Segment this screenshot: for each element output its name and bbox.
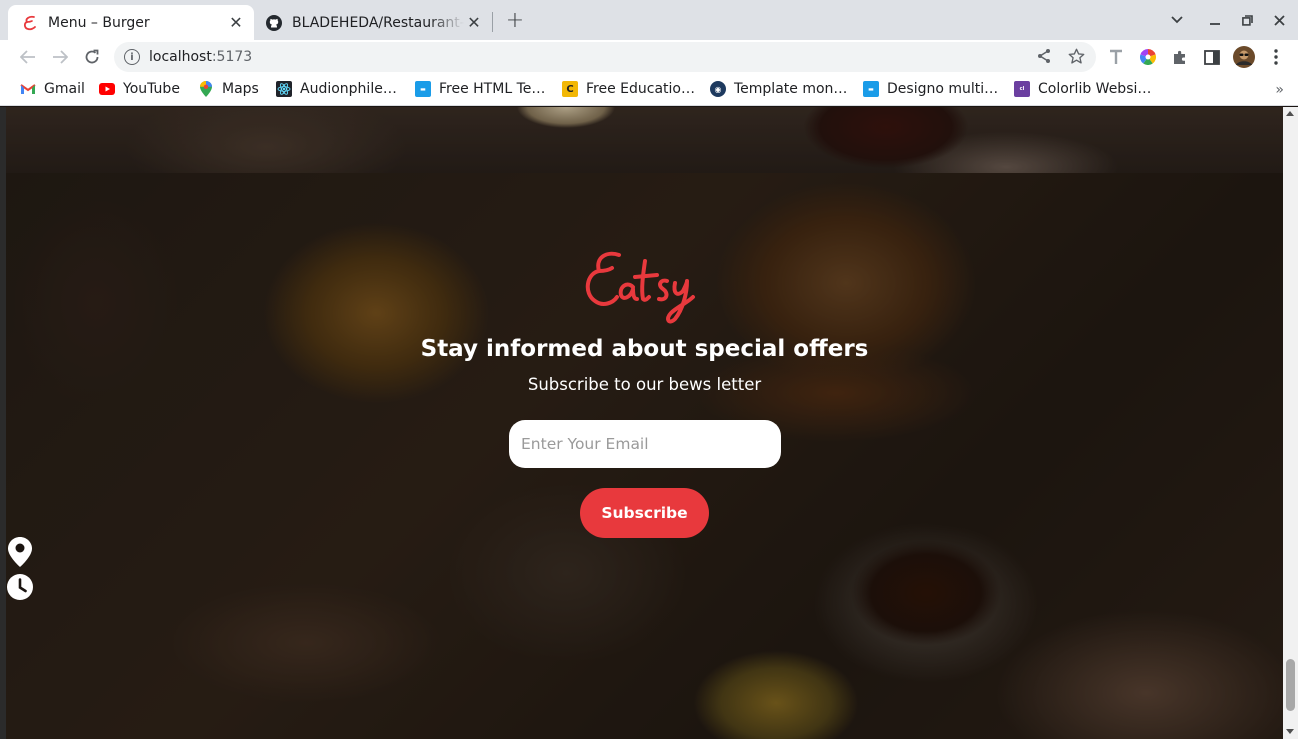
scroll-down-arrow-icon[interactable]	[1286, 729, 1294, 734]
site-icon: ▬	[415, 81, 431, 97]
bookmark-maps[interactable]: Maps	[198, 79, 259, 99]
bookmark-free-html-templates[interactable]: ▬ Free HTML Te…	[415, 79, 545, 99]
bookmark-label: Free HTML Te…	[439, 81, 546, 97]
tab-separator	[492, 12, 493, 32]
site-icon: ▬	[863, 81, 879, 97]
bookmark-label: Maps	[222, 81, 259, 97]
tab-github-repo[interactable]: BLADEHEDA/Restaurant- ✕	[256, 5, 492, 40]
close-tab-icon[interactable]: ✕	[464, 13, 484, 33]
tab-menu-burger[interactable]: Menu – Burger ✕	[8, 5, 254, 40]
url-port: :5173	[211, 49, 253, 65]
newsletter-subheadline: Subscribe to our bews letter	[527, 375, 762, 394]
bookmark-audionphile[interactable]: Audionphile…	[276, 79, 397, 99]
site-icon: C	[562, 81, 578, 97]
maps-icon	[198, 81, 214, 97]
gmail-icon	[20, 81, 36, 97]
subscribe-button[interactable]: Subscribe	[580, 488, 709, 538]
minimize-window-button[interactable]	[1203, 8, 1227, 32]
address-bar[interactable]: i localhost:5173	[114, 42, 1096, 72]
location-pin-icon[interactable]	[7, 537, 33, 567]
bookmark-template-monster[interactable]: ◉ Template mon…	[710, 79, 847, 99]
color-picker-extension-icon[interactable]	[1137, 46, 1159, 68]
reload-button[interactable]	[78, 43, 106, 71]
browser-toolbar: i localhost:5173	[0, 40, 1298, 73]
vertical-scrollbar[interactable]	[1283, 107, 1298, 739]
more-bookmarks-button[interactable]: »	[1275, 82, 1284, 98]
back-button[interactable]	[14, 43, 42, 71]
bookmark-label: Designo multi…	[887, 81, 999, 97]
eatsy-logo	[579, 247, 711, 327]
new-tab-button[interactable]: +	[503, 8, 527, 33]
bookmark-label: Colorlib Websi…	[1038, 81, 1152, 97]
newsletter-headline: Stay informed about special offers	[420, 336, 869, 362]
extensions-puzzle-icon[interactable]	[1169, 46, 1191, 68]
scroll-up-arrow-icon[interactable]	[1286, 111, 1294, 116]
eatsy-logo-icon	[22, 15, 38, 31]
side-panel-icon[interactable]	[1201, 46, 1223, 68]
page-viewport: Stay informed about special offers Subsc…	[0, 107, 1298, 739]
tab-search-chevron-icon[interactable]	[1165, 8, 1189, 32]
previous-section-background	[6, 107, 1283, 173]
bookmark-free-education[interactable]: C Free Educatio…	[562, 79, 695, 99]
share-icon[interactable]	[1034, 46, 1054, 66]
site-icon: cl	[1014, 81, 1030, 97]
newsletter-section: Stay informed about special offers Subsc…	[6, 173, 1283, 739]
bookmark-label: Template mon…	[734, 81, 848, 97]
scrollbar-thumb[interactable]	[1286, 659, 1295, 711]
bookmark-star-icon[interactable]	[1066, 46, 1086, 66]
github-icon	[266, 14, 282, 31]
tab-title: Menu – Burger	[48, 14, 150, 31]
close-window-button[interactable]	[1267, 8, 1291, 32]
bookmark-colorlib[interactable]: cl Colorlib Websi…	[1014, 79, 1151, 99]
bookmarks-bar: Gmail YouTube Maps Audionphile… ▬ Free H…	[0, 73, 1298, 106]
tab-title: BLADEHEDA/Restaurant-	[292, 14, 464, 31]
bookmark-label: Free Educatio…	[586, 81, 695, 97]
react-icon	[276, 81, 292, 97]
bookmark-label: YouTube	[123, 81, 180, 97]
forward-button[interactable]	[46, 43, 74, 71]
bookmark-designo[interactable]: ▬ Designo multi…	[863, 79, 998, 99]
bookmark-label: Audionphile…	[300, 81, 397, 97]
bookmark-youtube[interactable]: YouTube	[99, 79, 180, 99]
profile-avatar[interactable]	[1233, 46, 1255, 68]
site-info-icon[interactable]: i	[124, 49, 140, 65]
restore-window-button[interactable]	[1235, 8, 1259, 32]
url-host: localhost	[149, 49, 212, 65]
bookmark-gmail[interactable]: Gmail	[20, 79, 85, 99]
clock-icon[interactable]	[7, 572, 33, 602]
font-extension-icon[interactable]	[1105, 46, 1127, 68]
tab-strip: Menu – Burger ✕ BLADEHEDA/Restaurant- ✕ …	[0, 0, 1298, 40]
youtube-icon	[99, 81, 115, 97]
bookmark-label: Gmail	[44, 81, 85, 97]
close-tab-icon[interactable]: ✕	[226, 13, 246, 33]
email-input[interactable]	[509, 420, 781, 468]
chrome-menu-icon[interactable]	[1265, 46, 1287, 68]
site-icon: ◉	[710, 81, 726, 97]
